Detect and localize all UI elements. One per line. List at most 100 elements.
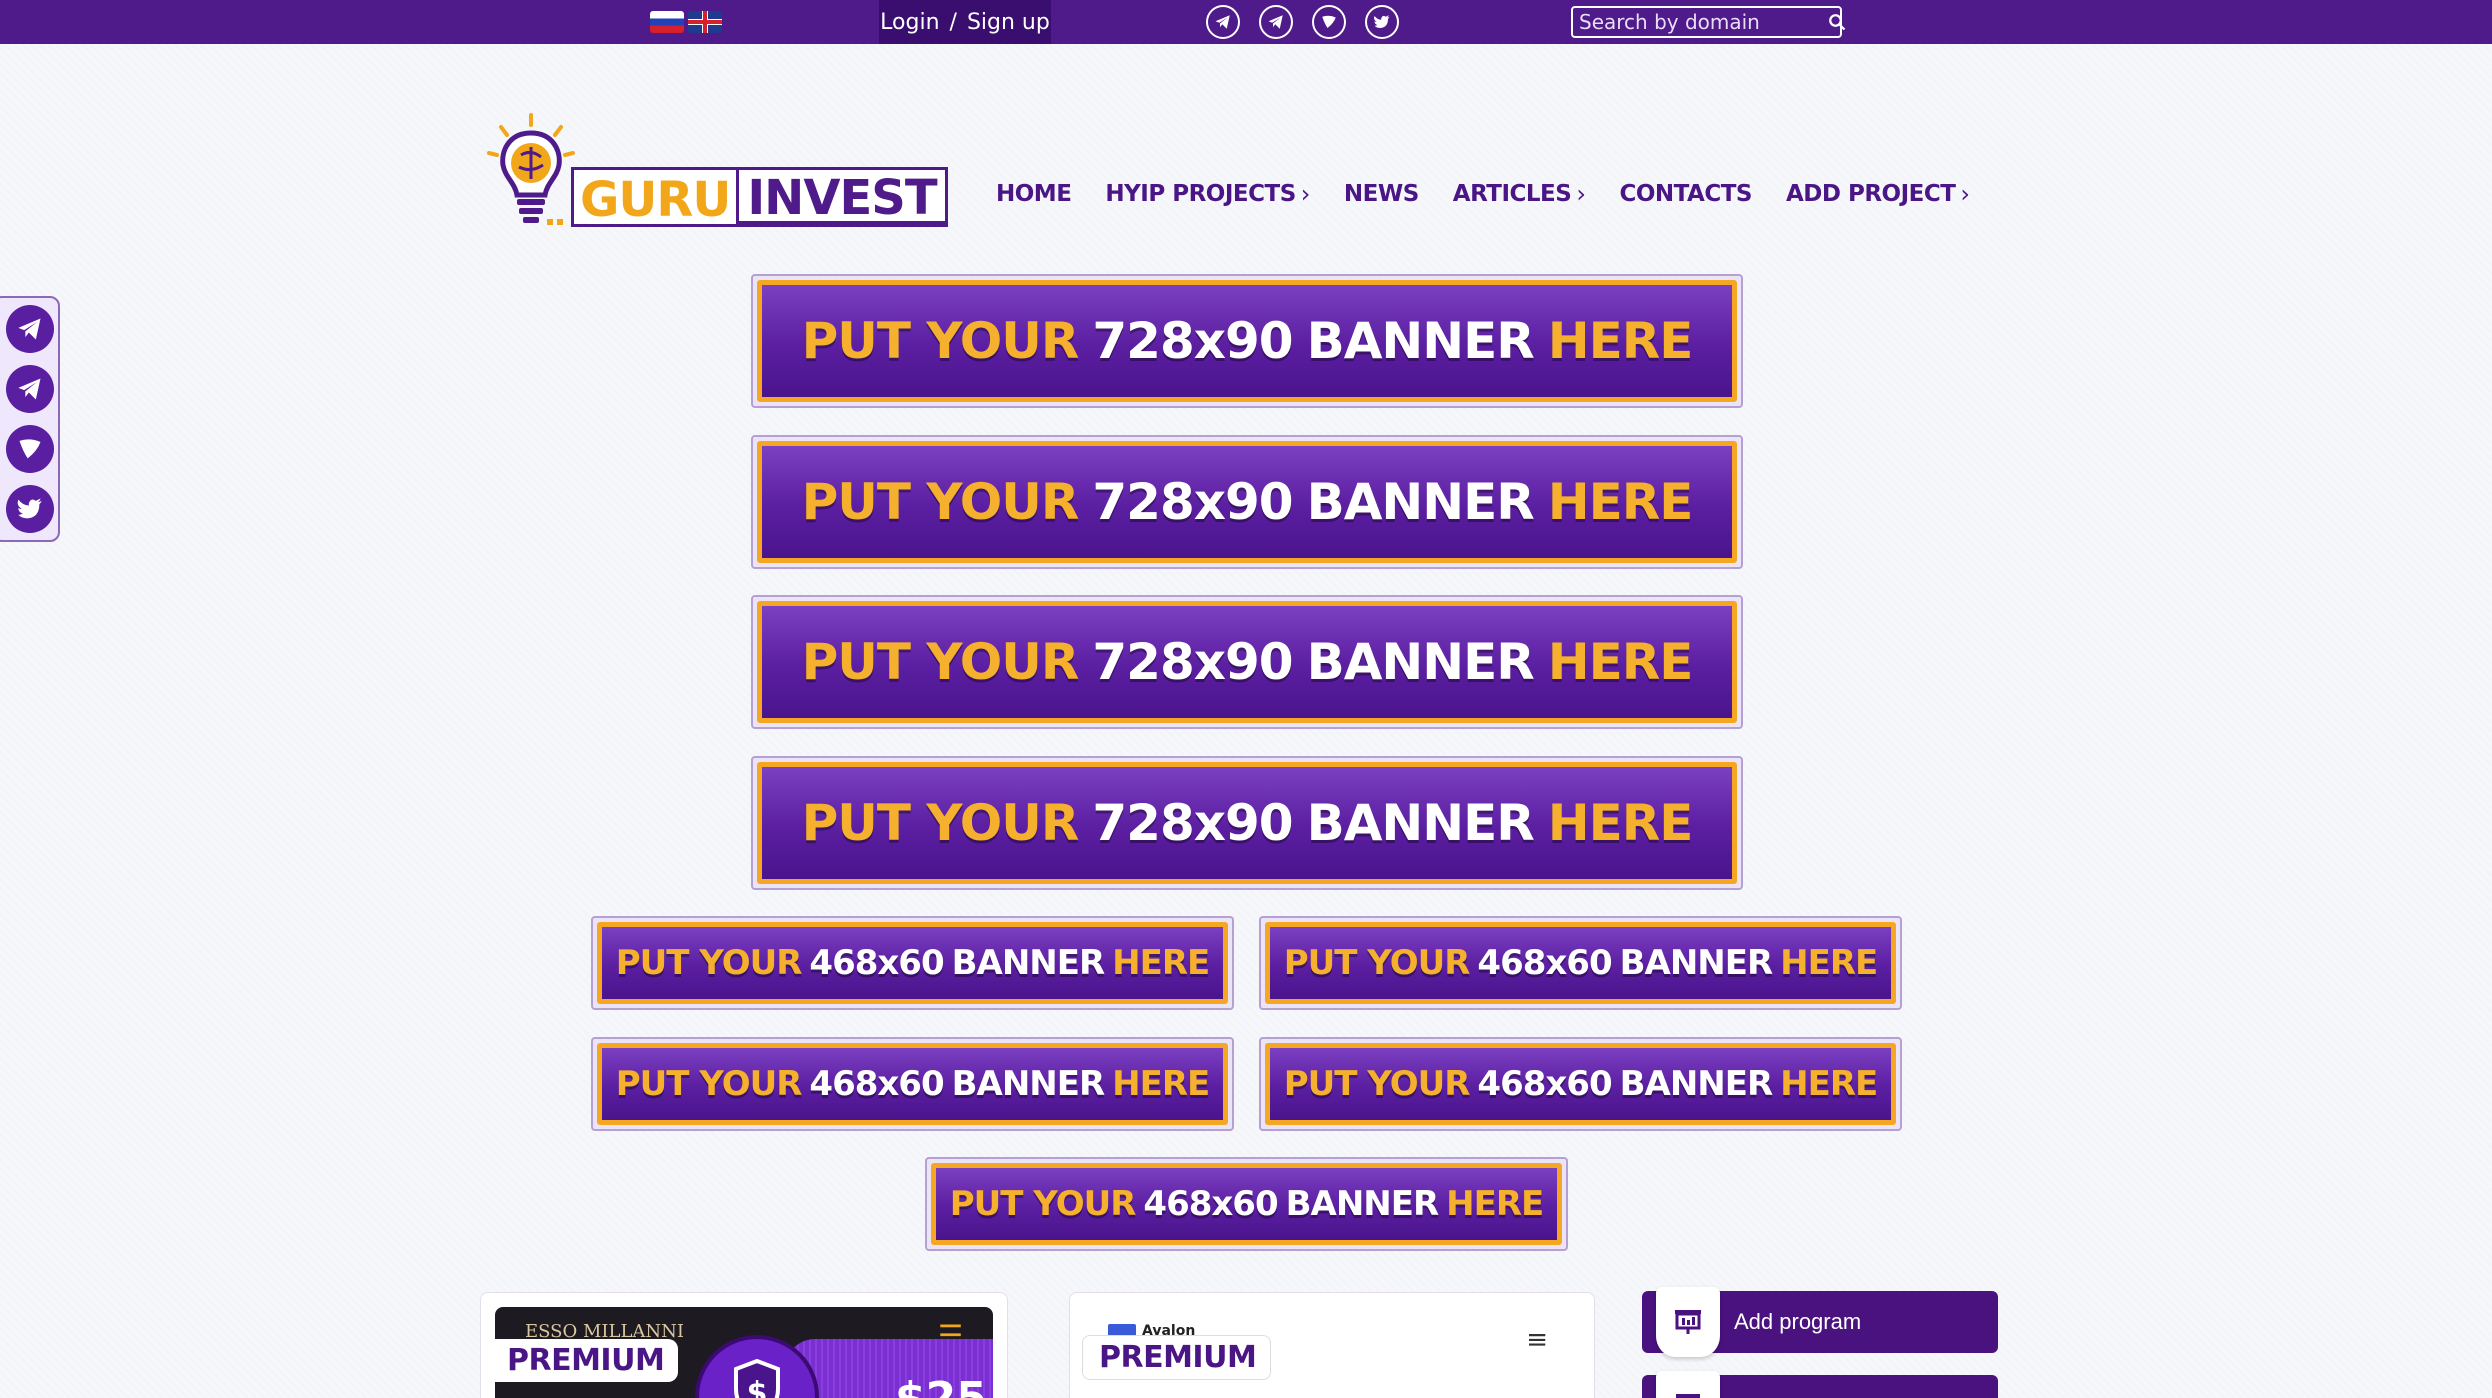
discussion-icon[interactable]	[1312, 5, 1346, 39]
nav-hyip-projects[interactable]: HYIP PROJECTS ›	[1105, 180, 1311, 208]
lightbulb-brain-icon	[487, 113, 575, 225]
nav-add-project-label: ADD PROJECT	[1785, 181, 1956, 207]
chevron-right-icon: ›	[1576, 180, 1586, 208]
banner-text-put-your: PUT YOUR	[615, 1064, 803, 1104]
banner-text-put-your: PUT YOUR	[801, 633, 1080, 691]
logo-invest-text: INVEST	[736, 167, 948, 227]
banner-slot: PUT YOUR 468x60 BANNER HERE	[931, 1163, 1562, 1245]
banner-text-put-your: PUT YOUR	[949, 1184, 1137, 1224]
telegram-icon[interactable]	[6, 365, 54, 413]
logo-wordmark: GURU INVEST	[571, 167, 948, 228]
logo-guru-text: GURU	[571, 167, 737, 228]
main-nav: HOME HYIP PROJECTS › NEWS ARTICLES › CONTA…	[996, 180, 1970, 208]
banner-text-size: 468x60	[809, 1064, 944, 1104]
nav-articles[interactable]: ARTICLES ›	[1453, 180, 1586, 208]
top-social-links	[1206, 5, 1399, 39]
banner-text-banner: BANNER	[1619, 943, 1774, 983]
nav-contacts-label: CONTACTS	[1619, 181, 1752, 207]
banner-text-here: HERE	[1446, 1184, 1544, 1224]
nav-contacts[interactable]: CONTACTS	[1619, 180, 1752, 208]
floating-social-bar	[0, 296, 60, 542]
banner-text-size: 728x90	[1092, 633, 1293, 691]
banner-728x90[interactable]: PUT YOUR 728x90 BANNER HERE	[751, 756, 1743, 890]
top-bar: Login / Sign up	[0, 0, 2492, 44]
banner-text-banner: BANNER	[1619, 1064, 1774, 1104]
nav-news[interactable]: NEWS	[1344, 180, 1419, 208]
telegram-icon[interactable]	[6, 305, 54, 353]
banner-slot: PUT YOUR 728x90 BANNER HERE	[757, 601, 1737, 723]
twitter-icon[interactable]	[1365, 5, 1399, 39]
banner-text-size: 728x90	[1092, 794, 1293, 852]
banner-slot: PUT YOUR 728x90 BANNER HERE	[757, 441, 1737, 563]
banner-text-size: 468x60	[809, 943, 944, 983]
banner-text-put-your: PUT YOUR	[1283, 943, 1471, 983]
banner-468x60[interactable]: PUT YOUR 468x60 BANNER HERE	[591, 916, 1234, 1010]
banner-text-put-your: PUT YOUR	[615, 943, 803, 983]
banner-text-banner: BANNER	[951, 943, 1106, 983]
banner-text-size: 728x90	[1092, 473, 1293, 531]
twitter-icon[interactable]	[6, 485, 54, 533]
nav-hyip-projects-label: HYIP PROJECTS	[1105, 181, 1296, 207]
login-link[interactable]: Login	[880, 10, 939, 35]
banner-text-size: 468x60	[1477, 1064, 1612, 1104]
auth-separator: /	[949, 9, 957, 35]
banner-text-banner: BANNER	[1306, 312, 1535, 370]
banner-468x60[interactable]: PUT YOUR 468x60 BANNER HERE	[1259, 916, 1902, 1010]
chevron-right-icon: ›	[1300, 180, 1311, 208]
svg-text:$: $	[747, 1376, 768, 1398]
telegram-icon[interactable]	[1259, 5, 1293, 39]
banner-slot: PUT YOUR 728x90 BANNER HERE	[757, 762, 1737, 884]
banner-text-size: 468x60	[1143, 1184, 1278, 1224]
banner-468x60[interactable]: PUT YOUR 468x60 BANNER HERE	[591, 1037, 1234, 1131]
signup-link[interactable]: Sign up	[967, 10, 1050, 35]
nav-news-label: NEWS	[1343, 181, 1419, 207]
banner-text-banner: BANNER	[1285, 1184, 1440, 1224]
flag-ru-icon[interactable]	[650, 11, 684, 33]
project-card[interactable]: Avalon ≡ PREMIUM	[1069, 1292, 1595, 1398]
project-card[interactable]: ESSO MILLANNI ☰ $ $25 PREMIUM	[480, 1292, 1008, 1398]
banner-728x90[interactable]: PUT YOUR 728x90 BANNER HERE	[751, 595, 1743, 729]
banner-text-banner: BANNER	[1306, 633, 1535, 691]
banner-text-here: HERE	[1547, 794, 1694, 852]
banner-text-banner: BANNER	[951, 1064, 1106, 1104]
banner-text-here: HERE	[1547, 473, 1694, 531]
premium-badge: PREMIUM	[1082, 1335, 1272, 1380]
banner-468x60[interactable]: PUT YOUR 468x60 BANNER HERE	[925, 1157, 1568, 1251]
nav-home[interactable]: HOME	[996, 180, 1072, 208]
banner-text-banner: BANNER	[1306, 794, 1535, 852]
search-input[interactable]	[1573, 10, 1828, 34]
nav-add-project[interactable]: ADD PROJECT ›	[1786, 180, 1970, 208]
banner-text-put-your: PUT YOUR	[801, 473, 1080, 531]
banner-slot: PUT YOUR 728x90 BANNER HERE	[757, 280, 1737, 402]
banner-text-put-your: PUT YOUR	[1283, 1064, 1471, 1104]
sidebar-menu-button[interactable]	[1642, 1371, 1998, 1398]
banner-text-size: 728x90	[1092, 312, 1293, 370]
premium-badge: PREMIUM	[491, 1339, 679, 1382]
search-icon[interactable]	[1828, 8, 1846, 36]
add-program-button[interactable]: Add program	[1642, 1287, 1998, 1357]
dashboard-icon	[1656, 1371, 1720, 1398]
banner-text-here: HERE	[1547, 312, 1694, 370]
nav-home-label: HOME	[996, 181, 1072, 207]
hamburger-icon: ≡	[1526, 1325, 1548, 1355]
banner-text-here: HERE	[1112, 943, 1210, 983]
telegram-icon[interactable]	[1206, 5, 1240, 39]
banner-text-here: HERE	[1780, 943, 1878, 983]
nav-articles-label: ARTICLES	[1452, 181, 1572, 207]
banner-slot: PUT YOUR 468x60 BANNER HERE	[597, 922, 1228, 1004]
chevron-right-icon: ›	[1960, 180, 1970, 208]
flag-uk-icon[interactable]	[688, 11, 722, 33]
site-logo[interactable]: GURU INVEST	[485, 113, 948, 233]
add-program-label: Add program	[1734, 1309, 1862, 1334]
auth-links: Login / Sign up	[879, 0, 1051, 44]
banner-text-here: HERE	[1112, 1064, 1210, 1104]
banner-text-here: HERE	[1780, 1064, 1878, 1104]
discussion-icon[interactable]	[6, 425, 54, 473]
banner-728x90[interactable]: PUT YOUR 728x90 BANNER HERE	[751, 274, 1743, 408]
banner-728x90[interactable]: PUT YOUR 728x90 BANNER HERE	[751, 435, 1743, 569]
banner-468x60[interactable]: PUT YOUR 468x60 BANNER HERE	[1259, 1037, 1902, 1131]
banner-slot: PUT YOUR 468x60 BANNER HERE	[1265, 922, 1896, 1004]
domain-search	[1571, 6, 1846, 38]
banner-text-here: HERE	[1547, 633, 1694, 691]
project-amount: $25	[895, 1373, 987, 1398]
